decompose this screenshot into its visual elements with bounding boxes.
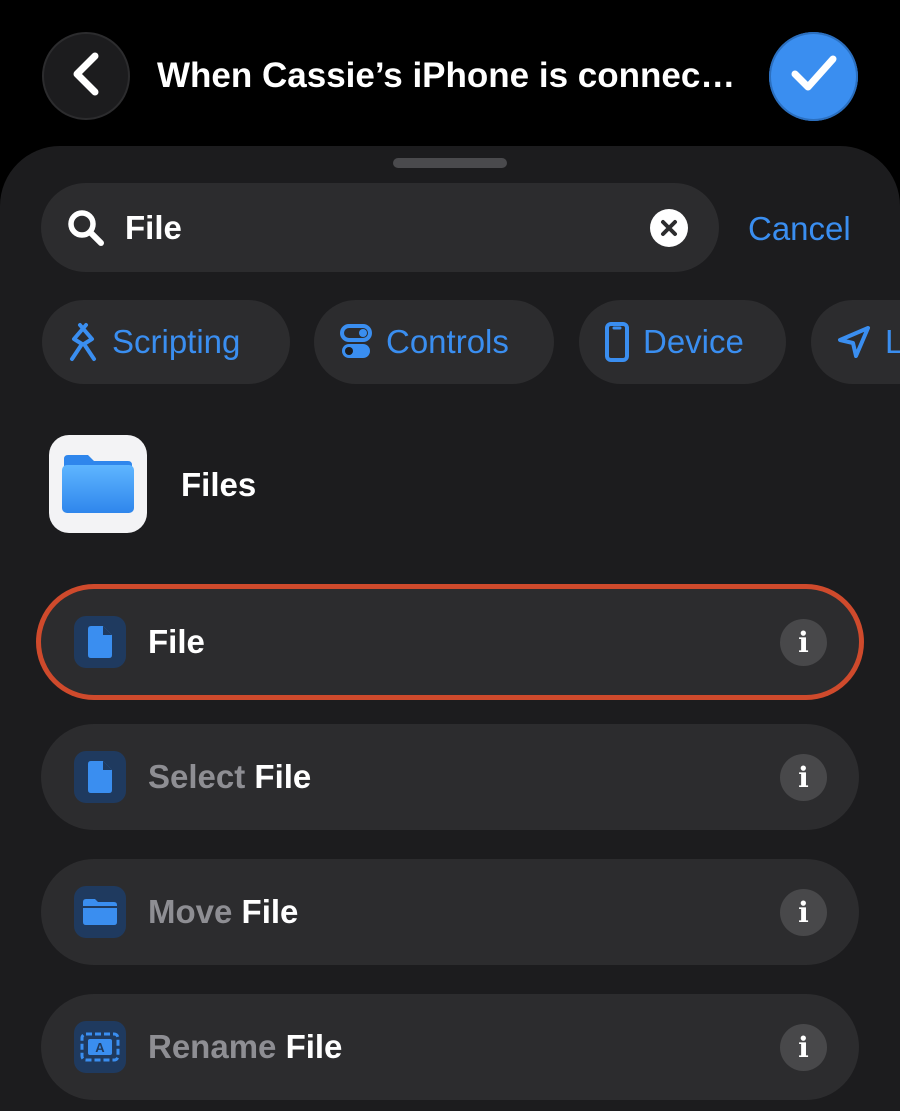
- done-button[interactable]: [769, 32, 858, 121]
- chip-label: L: [885, 323, 900, 360]
- action-row-select-file[interactable]: Select File i: [41, 724, 859, 830]
- info-button[interactable]: i: [780, 619, 827, 666]
- rename-icon: A: [74, 1021, 126, 1073]
- category-chip-scripting[interactable]: Scripting: [42, 300, 290, 384]
- action-row-move-file[interactable]: Move File i: [41, 859, 859, 965]
- shortcut-title: When Cassie’s iPhone is connec…: [157, 56, 736, 95]
- category-chip-location[interactable]: L: [811, 300, 900, 384]
- action-label: File: [148, 623, 205, 660]
- controls-icon: [340, 324, 372, 360]
- svg-text:A: A: [95, 1040, 105, 1055]
- action-label: Move File: [148, 893, 299, 930]
- action-row-file[interactable]: File i: [41, 589, 859, 695]
- search-field[interactable]: File: [41, 183, 719, 272]
- document-icon: [74, 616, 126, 668]
- category-chip-controls[interactable]: Controls: [314, 300, 554, 384]
- app-section-title: Files: [181, 466, 257, 503]
- chip-label: Controls: [386, 323, 509, 360]
- screen: When Cassie’s iPhone is connec… File Can…: [0, 0, 900, 1111]
- action-row-rename-file[interactable]: A Rename File i: [41, 994, 859, 1100]
- chip-label: Scripting: [112, 323, 241, 360]
- search-input[interactable]: File: [125, 207, 182, 249]
- folder-icon: [60, 453, 136, 515]
- action-picker-sheet: File Cancel Scripting Controls Device L …: [0, 146, 900, 1111]
- scripting-icon: [68, 322, 98, 362]
- clear-search-button[interactable]: [650, 209, 688, 247]
- chip-label: Device: [643, 323, 744, 360]
- cancel-button[interactable]: Cancel: [748, 208, 851, 250]
- chevron-left-icon: [69, 51, 103, 102]
- action-label: Rename File: [148, 1028, 343, 1065]
- checkmark-icon: [790, 54, 838, 99]
- info-button[interactable]: i: [780, 1024, 827, 1071]
- close-icon: [660, 219, 678, 237]
- category-chip-device[interactable]: Device: [579, 300, 786, 384]
- info-button[interactable]: i: [780, 889, 827, 936]
- back-button[interactable]: [42, 32, 130, 120]
- info-button[interactable]: i: [780, 754, 827, 801]
- files-app-icon: [49, 435, 147, 533]
- location-icon: [837, 325, 871, 359]
- folder-icon: [74, 886, 126, 938]
- document-icon: [74, 751, 126, 803]
- search-icon: [67, 209, 105, 252]
- device-icon: [605, 322, 629, 362]
- action-label: Select File: [148, 758, 312, 795]
- sheet-grabber[interactable]: [393, 158, 507, 168]
